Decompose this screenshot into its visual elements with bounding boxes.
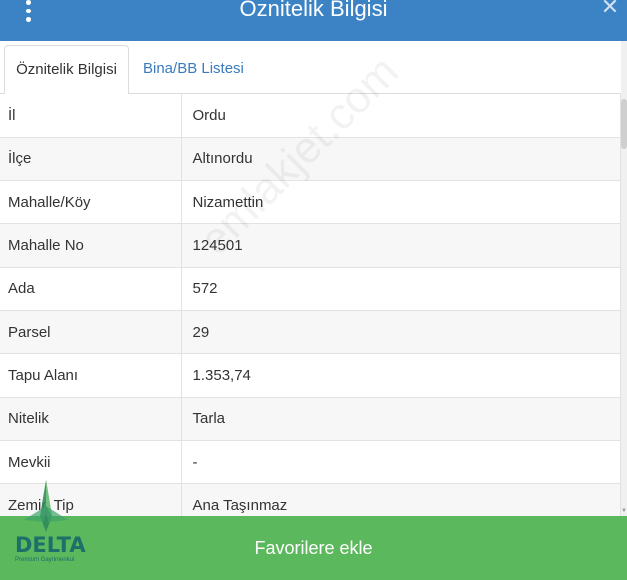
scrollbar[interactable]: ▼ — [621, 41, 627, 516]
table-row: Tapu Alanı 1.353,74 — [0, 353, 620, 398]
table-row: Mahalle No 124501 — [0, 223, 620, 268]
row-label: Zemin Tip — [0, 483, 182, 516]
row-label: Mahalle No — [0, 223, 182, 268]
scrollbar-thumb[interactable] — [621, 99, 627, 149]
table-row: Nitelik Tarla — [0, 397, 620, 441]
add-favorite-button[interactable]: Favorilere ekle — [0, 516, 627, 580]
row-value: 1.353,74 — [181, 353, 620, 398]
row-value: 572 — [181, 267, 620, 311]
row-label: İlçe — [0, 137, 182, 182]
row-label: Parsel — [0, 310, 182, 355]
tab-building-list[interactable]: Bina/BB Listesi — [133, 45, 254, 95]
modal-header: Öznitelik Bilgisi ✕ — [0, 0, 627, 41]
row-value: Ordu — [181, 94, 620, 138]
row-label: İl — [0, 94, 182, 138]
row-value: Altınordu — [181, 137, 620, 182]
row-label: Nitelik — [0, 397, 182, 441]
table-row: Ada 572 — [0, 267, 620, 311]
row-label: Mevkii — [0, 440, 182, 485]
table-row: Mahalle/Köy Nizamettin — [0, 180, 620, 225]
tab-attribute-info[interactable]: Öznitelik Bilgisi — [4, 45, 129, 95]
row-label: Mahalle/Köy — [0, 180, 182, 225]
row-value: Tarla — [181, 397, 620, 441]
row-value: 124501 — [181, 223, 620, 268]
table-row: İlçe Altınordu — [0, 137, 620, 182]
row-label: Ada — [0, 267, 182, 311]
attribute-table: İl Ordu İlçe Altınordu Mahalle/Köy Nizam… — [0, 94, 621, 516]
close-icon[interactable]: ✕ — [599, 0, 621, 19]
modal-title: Öznitelik Bilgisi — [239, 0, 388, 21]
row-value: - — [181, 440, 620, 485]
logo-name: DELTA — [15, 533, 86, 557]
row-value: Nizamettin — [181, 180, 620, 225]
scroll-down-icon[interactable]: ▼ — [621, 508, 627, 514]
row-label: Tapu Alanı — [0, 353, 182, 398]
footer-bar: Favorilere ekle — [0, 516, 627, 580]
row-value: 29 — [181, 310, 620, 355]
table-row: Parsel 29 — [0, 310, 620, 355]
table-row: Zemin Tip Ana Taşınmaz — [0, 483, 620, 516]
tab-bar: Öznitelik Bilgisi Bina/BB Listesi — [0, 41, 627, 95]
logo-tagline: Premium Gayrimenkul — [15, 557, 75, 563]
row-value: Ana Taşınmaz — [181, 483, 620, 516]
table-row: İl Ordu — [0, 94, 620, 138]
table-row: Mevkii - — [0, 440, 620, 485]
